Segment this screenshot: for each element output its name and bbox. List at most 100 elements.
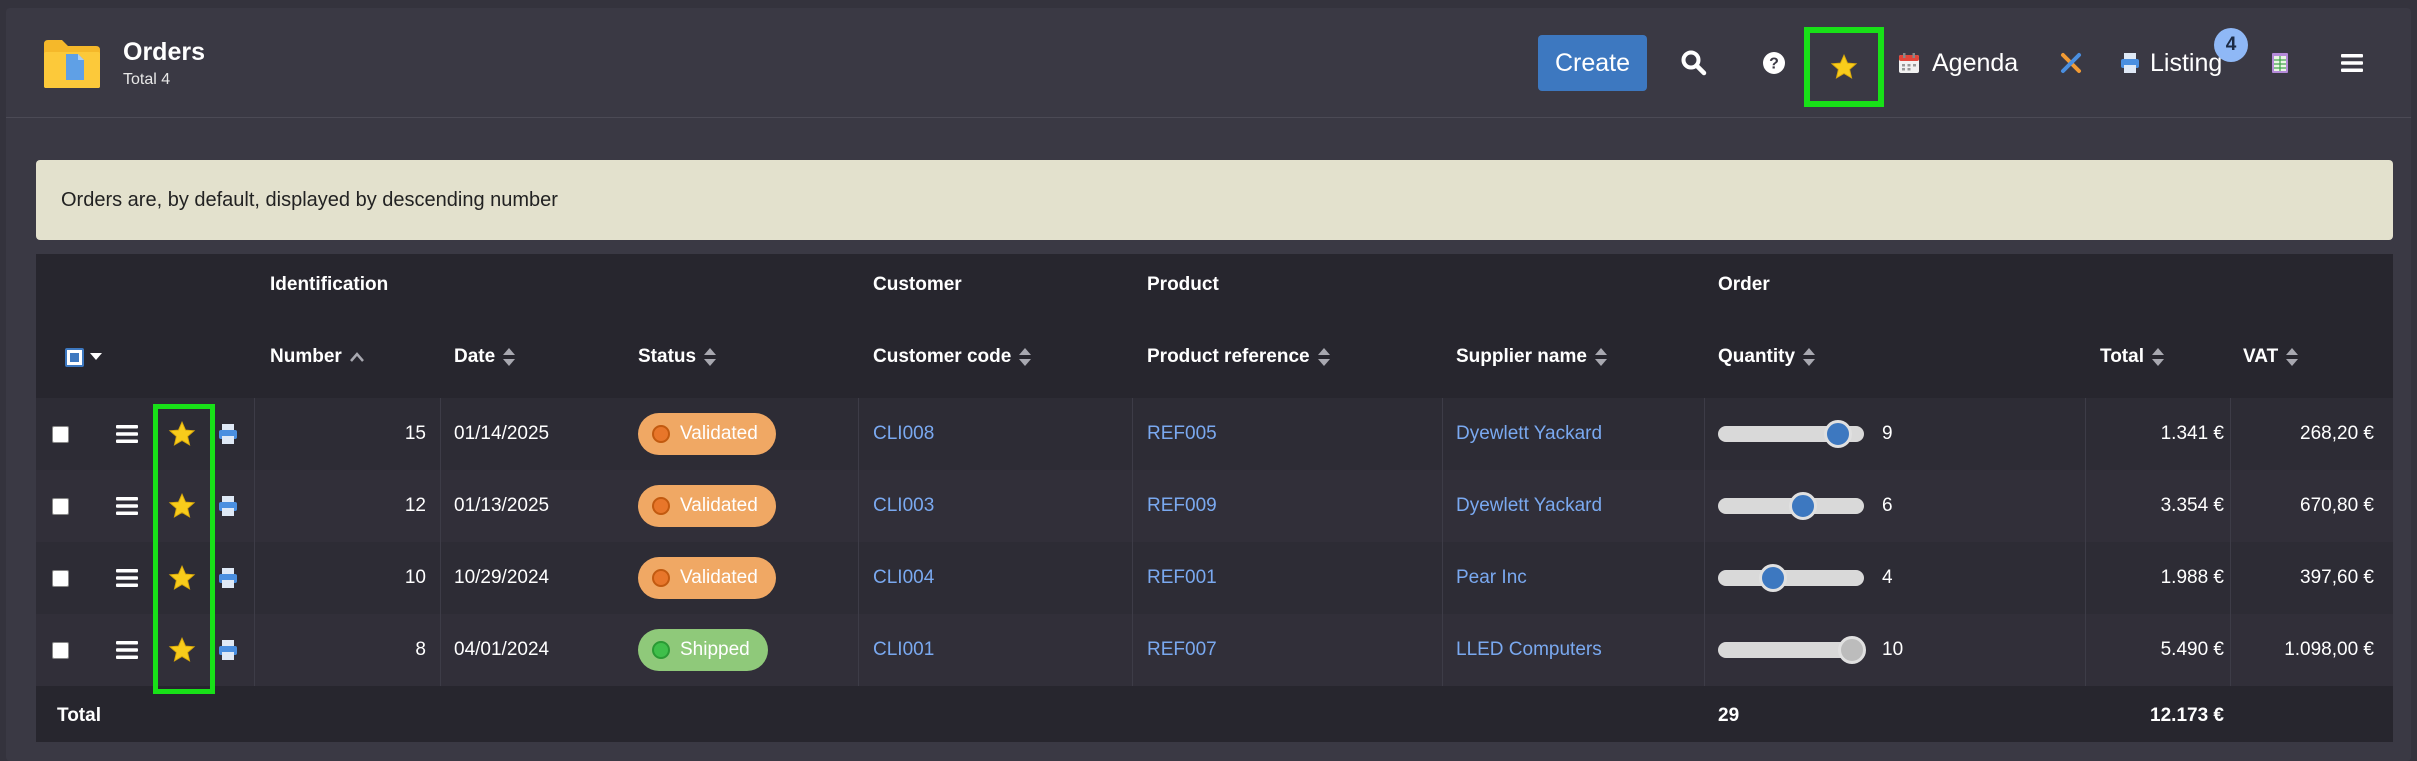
caret-down-icon[interactable] [90, 353, 102, 361]
row-print-button[interactable] [218, 542, 238, 614]
cell-customer-code-link[interactable]: CLI008 [873, 398, 934, 470]
spreadsheet-icon [2272, 53, 2288, 73]
row-menu-button[interactable] [116, 470, 138, 542]
cell-date: 01/13/2025 [454, 495, 550, 516]
tools-icon [2061, 53, 2081, 73]
hamburger-menu-icon [2341, 54, 2363, 72]
cell-vat: 1.098,00 € [2284, 639, 2374, 660]
cell-number: 8 [415, 639, 426, 660]
total-quantity: 29 [1718, 705, 1740, 726]
row-select[interactable] [52, 542, 69, 614]
cell-number: 15 [404, 423, 426, 444]
select-all-control[interactable] [65, 316, 102, 398]
star-icon [1830, 53, 1858, 79]
cell-product-reference-link[interactable]: REF001 [1147, 542, 1217, 614]
table-row[interactable]: 8 04/01/2024 Shipped CLI001 REF007 LLED … [36, 614, 2393, 686]
quantity-slider-handle[interactable] [1759, 564, 1787, 592]
column-supplier-name[interactable]: Supplier name [1456, 316, 1607, 398]
folder-document-icon [44, 40, 100, 88]
cell-vat: 670,80 € [2300, 495, 2374, 516]
cell-date: 01/14/2025 [454, 423, 550, 444]
table-row[interactable]: 15 01/14/2025 Validated CLI008 REF005 Dy… [36, 398, 2393, 470]
tools-button[interactable] [2046, 35, 2096, 91]
column-quantity[interactable]: Quantity [1718, 316, 1816, 398]
cell-product-reference-link[interactable]: REF005 [1147, 398, 1217, 470]
column-vat[interactable]: VAT [2243, 316, 2299, 398]
status-dot-icon [652, 641, 670, 659]
group-customer: Customer [873, 274, 962, 295]
column-status[interactable]: Status [638, 316, 717, 398]
column-number[interactable]: Number [270, 316, 364, 398]
create-button[interactable]: Create [1538, 35, 1647, 91]
row-checkbox[interactable] [52, 425, 69, 443]
row-favorite-button[interactable] [168, 614, 196, 686]
row-print-button[interactable] [218, 470, 238, 542]
cell-product-reference-link[interactable]: REF009 [1147, 470, 1217, 542]
cell-supplier-name-link[interactable]: Dyewlett Yackard [1456, 398, 1602, 470]
column-customer-code[interactable]: Customer code [873, 316, 1032, 398]
table-row[interactable]: 10 10/29/2024 Validated CLI004 REF001 Pe… [36, 542, 2393, 614]
cell-customer-code-link[interactable]: CLI004 [873, 542, 934, 614]
cell-supplier-name-link[interactable]: Dyewlett Yackard [1456, 470, 1602, 542]
group-identification: Identification [270, 274, 389, 295]
quantity-slider[interactable] [1718, 636, 1866, 664]
cell-divider [440, 542, 441, 614]
row-select[interactable] [52, 398, 69, 470]
cell-customer-code-link[interactable]: CLI003 [873, 470, 934, 542]
favorites-button[interactable] [1804, 27, 1884, 107]
quantity-value: 4 [1882, 567, 1893, 588]
cell-number: 10 [404, 567, 426, 588]
row-select[interactable] [52, 470, 69, 542]
status-badge: Shipped [638, 629, 768, 671]
row-print-button[interactable] [218, 398, 238, 470]
row-print-button[interactable] [218, 614, 238, 686]
table-row[interactable]: 12 01/13/2025 Validated CLI003 REF009 Dy… [36, 470, 2393, 542]
status-dot-icon [652, 569, 670, 587]
quantity-slider[interactable] [1718, 564, 1864, 592]
row-checkbox[interactable] [52, 497, 69, 515]
row-checkbox[interactable] [52, 641, 69, 659]
row-menu-button[interactable] [116, 542, 138, 614]
cell-divider [1704, 614, 1705, 686]
row-select[interactable] [52, 614, 69, 686]
cell-divider [858, 542, 859, 614]
row-favorite-button[interactable] [168, 398, 196, 470]
row-favorite-button[interactable] [168, 470, 196, 542]
row-menu-button[interactable] [116, 398, 138, 470]
cell-divider [1442, 398, 1443, 470]
cell-divider [858, 398, 859, 470]
quantity-slider-handle[interactable] [1824, 420, 1852, 448]
sort-icon [1594, 348, 1607, 366]
row-menu-button[interactable] [116, 614, 138, 686]
cell-customer-code-link[interactable]: CLI001 [873, 614, 934, 686]
quantity-slider[interactable] [1718, 420, 1864, 448]
cell-vat: 397,60 € [2300, 567, 2374, 588]
status-badge: Validated [638, 485, 776, 527]
row-favorite-button[interactable] [168, 542, 196, 614]
total-label: Total [57, 705, 101, 726]
quantity-slider-handle[interactable] [1789, 492, 1817, 520]
column-product-reference[interactable]: Product reference [1147, 316, 1330, 398]
spreadsheet-button[interactable] [2260, 35, 2300, 91]
cell-supplier-name-link[interactable]: Pear Inc [1456, 542, 1527, 614]
quantity-slider-handle[interactable] [1838, 636, 1866, 664]
cell-vat: 268,20 € [2300, 423, 2374, 444]
select-all-checkbox[interactable] [65, 347, 84, 367]
row-checkbox[interactable] [52, 569, 69, 587]
status-badge: Validated [638, 413, 776, 455]
search-button[interactable] [1666, 35, 1722, 91]
cell-divider [1132, 614, 1133, 686]
quantity-slider[interactable] [1718, 492, 1864, 520]
agenda-button[interactable]: Agenda [1898, 35, 2028, 91]
column-total[interactable]: Total [2100, 316, 2164, 398]
total-amount: 12.173 € [2150, 705, 2224, 726]
cell-supplier-name-link[interactable]: LLED Computers [1456, 614, 1602, 686]
calendar-icon [1899, 53, 1919, 73]
help-button[interactable]: ? [1746, 35, 1802, 91]
sort-ascending-icon [349, 352, 364, 362]
hamburger-menu-icon [116, 425, 138, 443]
cell-product-reference-link[interactable]: REF007 [1147, 614, 1217, 686]
main-menu-button[interactable] [2324, 35, 2380, 91]
column-date[interactable]: Date [454, 316, 516, 398]
cell-divider [440, 398, 441, 470]
